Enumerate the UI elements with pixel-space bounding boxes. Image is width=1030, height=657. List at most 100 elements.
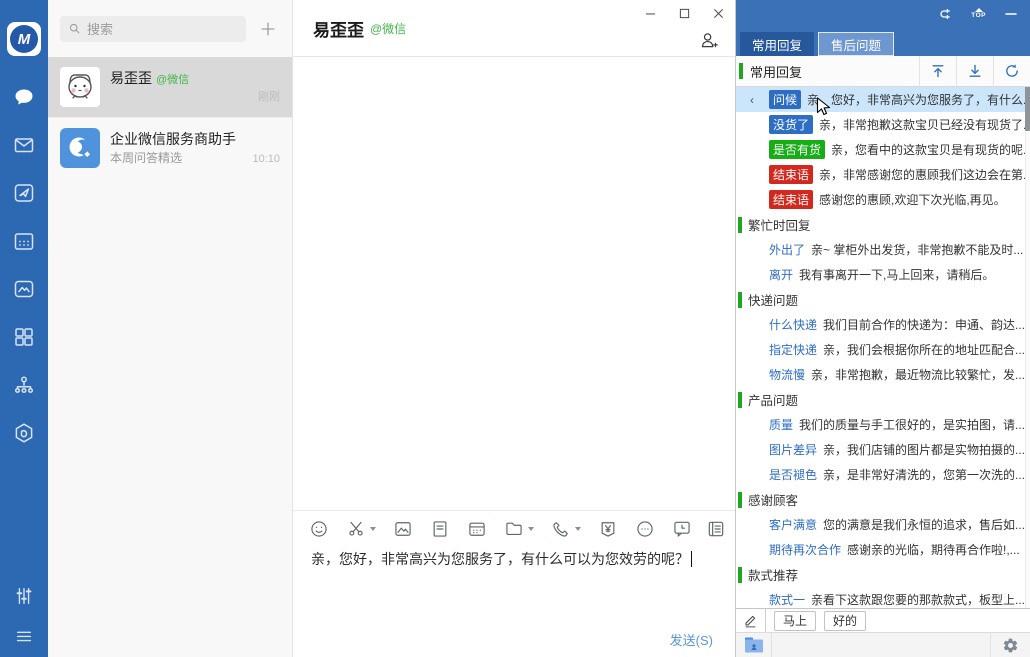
magnet-icon[interactable]: [935, 5, 953, 23]
workbench-icon[interactable]: [11, 180, 37, 206]
reply-tag[interactable]: 结束语: [769, 165, 813, 184]
reply-tag[interactable]: 客户满意: [769, 515, 817, 534]
quick-reply-section: 款式推荐: [736, 562, 1030, 587]
chat-icon[interactable]: [11, 84, 37, 110]
search-row: 搜索: [48, 0, 292, 57]
mail-icon[interactable]: [11, 132, 37, 158]
quick-reply-item[interactable]: 指定快递亲，我们会根据你所在的地址匹配合...: [736, 337, 1030, 362]
schedule-icon[interactable]: [467, 519, 487, 539]
apps-grid-icon[interactable]: [11, 324, 37, 350]
scroll-bottom-icon[interactable]: [956, 56, 993, 87]
reply-tag[interactable]: 没货了: [769, 115, 813, 134]
settings-gear-icon[interactable]: [990, 633, 1030, 657]
plugin-icon[interactable]: [11, 420, 37, 446]
company-logo[interactable]: M: [7, 22, 41, 56]
chat-title: 易歪歪: [313, 16, 364, 41]
payment-icon[interactable]: [598, 519, 618, 539]
quick-reply-item[interactable]: 什么快递我们目前合作的快递为：申通、韵达...: [736, 312, 1030, 337]
quick-reply-item[interactable]: 款式一亲看下这款跟您要的那款款式，板型上...: [736, 587, 1030, 608]
message-input[interactable]: 亲，您好，非常高兴为您服务了，有什么可以为您效劳的呢？: [293, 543, 735, 575]
message-list-icon[interactable]: [706, 519, 726, 539]
collapse-chevron-icon[interactable]: ‹: [750, 93, 754, 107]
quick-reply-item[interactable]: 离开我有事离开一下,马上回来，请稍后。: [736, 262, 1030, 287]
section-color-bar: [738, 392, 742, 408]
quick-reply-item[interactable]: 图片差异亲，我们店铺的图片都是实物拍摄的...: [736, 437, 1030, 462]
quick-reply-item[interactable]: 物流慢亲，非常抱歉，最近物流比较繁忙，发...: [736, 362, 1030, 387]
minimize-icon[interactable]: [633, 0, 667, 26]
reply-tag[interactable]: 指定快递: [769, 340, 817, 359]
reply-tag[interactable]: 期待再次合作: [769, 540, 841, 559]
chat-list-item-assistant[interactable]: 企业微信服务商助手 本周问答精选 10:10: [48, 117, 292, 177]
quick-reply-item[interactable]: 客户满意您的满意是我们永恒的追求，售后如...: [736, 512, 1030, 537]
reply-tag[interactable]: 款式一: [769, 590, 805, 608]
filter-sliders-icon[interactable]: [11, 583, 37, 609]
chat-title-badge: @微信: [370, 20, 406, 37]
contacts-icon[interactable]: [11, 372, 37, 398]
quick-reply-item[interactable]: 结束语感谢您的惠顾,欢迎下次光临,再见。: [736, 187, 1030, 212]
text-caret: [691, 551, 692, 567]
reply-tag[interactable]: 是否褪色: [769, 465, 817, 484]
message-area[interactable]: [293, 57, 735, 510]
file-icon[interactable]: [430, 519, 450, 539]
section-color-bar: [738, 217, 742, 233]
search-input[interactable]: 搜索: [60, 16, 246, 42]
quick-reply-item[interactable]: 没货了亲，非常抱歉这款宝贝已经没有现货了...: [736, 112, 1030, 137]
top-icon[interactable]: TOP: [971, 8, 986, 20]
panel-minimize-icon[interactable]: [1004, 7, 1018, 21]
section-title: 常用回复: [750, 62, 919, 81]
menu-icon[interactable]: [11, 623, 37, 649]
edit-pencil-icon[interactable]: [736, 609, 766, 632]
close-icon[interactable]: [701, 0, 735, 26]
reply-tag[interactable]: 外出了: [769, 240, 805, 259]
window-controls: [633, 0, 735, 26]
call-icon[interactable]: [551, 519, 581, 539]
folder-icon[interactable]: [504, 519, 534, 539]
message-input-text: 亲，您好，非常高兴为您服务了，有什么可以为您效劳的呢？: [311, 551, 689, 567]
add-chat-button[interactable]: [256, 17, 280, 41]
refresh-icon[interactable]: [993, 56, 1030, 87]
scrollbar-thumb[interactable]: [1025, 87, 1030, 131]
reply-tag[interactable]: 图片差异: [769, 440, 817, 459]
reply-tag[interactable]: 问候: [769, 90, 801, 109]
quick-reply-item[interactable]: ‹问候亲，您好，非常高兴为您服务了，有什么...: [736, 87, 1030, 112]
quick-button-haode[interactable]: 好的: [824, 611, 866, 631]
reply-tag[interactable]: 结束语: [769, 190, 813, 209]
quick-button-mashang[interactable]: 马上: [774, 611, 816, 631]
quick-reply-item[interactable]: 质量我们的质量与手工很好的，是实拍图，请...: [736, 412, 1030, 437]
panel-scrollbar[interactable]: [1025, 87, 1030, 608]
scroll-top-icon[interactable]: [919, 56, 956, 87]
chat-list-item-yiwaiwai[interactable]: 易歪歪 @微信 刚刚: [48, 57, 292, 117]
tab-aftersale-questions[interactable]: 售后问题: [818, 32, 894, 56]
wechat-badge: @微信: [156, 71, 189, 87]
reply-tag[interactable]: 是否有货: [769, 140, 825, 159]
folder-library-icon[interactable]: [736, 633, 772, 657]
reply-tag[interactable]: 什么快递: [769, 315, 817, 334]
search-icon: [68, 22, 81, 35]
logo-mark: M: [10, 25, 38, 53]
quick-reply-item[interactable]: 外出了亲~ 掌柜外出发货，非常抱歉不能及时...: [736, 237, 1030, 262]
quick-reply-item[interactable]: 结束语亲，非常感谢您的惠顾我们这边会在第...: [736, 162, 1030, 187]
reply-tag[interactable]: 质量: [769, 415, 793, 434]
emoji-icon[interactable]: [309, 519, 329, 539]
quick-reply-item[interactable]: 期待再次合作感谢亲的光临，期待再合作啦!,...: [736, 537, 1030, 562]
more-icon[interactable]: [635, 519, 655, 539]
calendar-icon[interactable]: [11, 228, 37, 254]
reply-tag[interactable]: 离开: [769, 265, 793, 284]
panel-tabs: 常用回复 售后问题: [736, 27, 1030, 56]
chat-list-panel: 搜索 易歪歪 @微信 刚刚: [48, 0, 293, 657]
reply-tag[interactable]: 物流慢: [769, 365, 805, 384]
quick-reply-item[interactable]: 是否有货亲，您看中的这款宝贝是有现货的呢...: [736, 137, 1030, 162]
maximize-icon[interactable]: [667, 0, 701, 26]
docs-icon[interactable]: [11, 276, 37, 302]
chat-history-icon[interactable]: [672, 519, 692, 539]
send-button[interactable]: 发送(S): [670, 630, 713, 649]
image-icon[interactable]: [393, 519, 413, 539]
tab-common-replies[interactable]: 常用回复: [740, 32, 814, 56]
screenshot-icon[interactable]: [346, 519, 376, 539]
section-label: 繁忙时回复: [748, 215, 811, 234]
add-member-icon[interactable]: [698, 30, 719, 56]
input-area: 亲，您好，非常高兴为您服务了，有什么可以为您效劳的呢？ 发送(S): [293, 510, 735, 657]
section-color-bar: [738, 292, 742, 308]
avatar: [60, 128, 100, 168]
quick-reply-item[interactable]: 是否褪色亲，是非常好清洗的，您第一次洗的...: [736, 462, 1030, 487]
